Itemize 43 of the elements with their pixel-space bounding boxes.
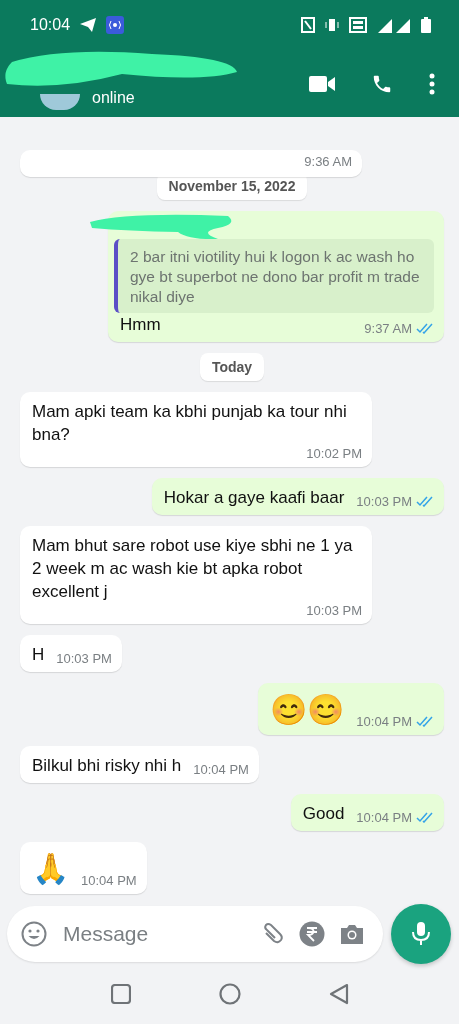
- camera-icon[interactable]: [339, 922, 365, 946]
- more-icon[interactable]: [429, 72, 435, 95]
- message-time: 10:04 PM: [356, 714, 412, 729]
- message-time: 10:03 PM: [306, 603, 362, 618]
- message-text: Hmm: [120, 314, 161, 336]
- video-call-icon[interactable]: [309, 74, 335, 93]
- message-time: 10:02 PM: [306, 446, 362, 461]
- battery-icon: [421, 17, 431, 33]
- send-icon: [79, 17, 98, 33]
- quoted-text: 2 bar itni viotility hui k logon k ac wash ho gye bt superbot ne dono bar profit m trade nikal diye: [130, 248, 420, 305]
- clock: 10:04: [30, 16, 71, 34]
- volte-icon: [349, 17, 367, 33]
- message-time: 10:04 PM: [193, 762, 249, 777]
- message-time: 10:03 PM: [56, 651, 112, 666]
- signal-icon: [376, 17, 412, 33]
- message-text: H: [32, 644, 45, 666]
- contact-status: online: [92, 88, 135, 107]
- microphone-button[interactable]: [391, 904, 451, 964]
- back-icon[interactable]: [328, 983, 349, 1005]
- message-time: 9:37 AM: [364, 321, 412, 336]
- contact-avatar[interactable]: [40, 94, 80, 110]
- message-text: 🙏: [32, 851, 69, 887]
- home-icon[interactable]: [218, 983, 241, 1005]
- message-time: 9:36 AM: [304, 154, 352, 169]
- message-field[interactable]: Message: [61, 921, 245, 947]
- message-text: Hokar a gaye kaafi baar: [163, 487, 345, 509]
- date-chip: Today: [199, 353, 265, 381]
- emoji-icon[interactable]: [21, 921, 47, 947]
- recents-icon[interactable]: [110, 984, 131, 1004]
- message-text: Bilkul bhi risky nhi h: [32, 755, 182, 777]
- message-text: Good: [302, 803, 345, 825]
- rupee-icon[interactable]: [299, 921, 325, 947]
- microphone-icon: [411, 921, 431, 947]
- vibrate-icon: [324, 17, 340, 33]
- nfc-icon: [301, 17, 315, 33]
- broadcast-icon: [106, 16, 125, 34]
- message-text: Mam bhut sare robot use kiye sbhi ne 1 ya 2 week m ac wash kie bt apka robot excellent j: [32, 535, 354, 603]
- quoted-message[interactable]: 2 bar itni viotility hui k logon k ac wash ho gye bt superbot ne dono bar profit m trade nikal diye: [114, 239, 434, 313]
- message-text: Mam apki team ka kbhi punjab ka tour nhi bna?: [32, 401, 348, 446]
- message-time: 10:04 PM: [356, 810, 412, 825]
- message-text: 😊😊: [270, 692, 345, 728]
- message-time: 10:03 PM: [356, 494, 412, 509]
- message-time: 10:04 PM: [81, 873, 137, 888]
